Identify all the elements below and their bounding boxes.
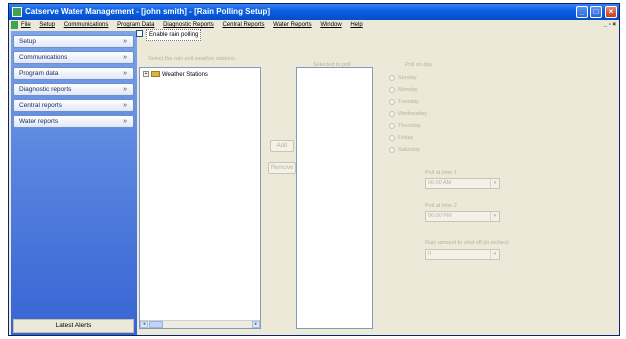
title-bar: Catserve Water Management - [john smith]… — [9, 4, 619, 20]
mdi-window-controls[interactable]: _ ▫ × — [604, 20, 616, 30]
chevron-down-icon[interactable]: ▾ — [490, 179, 499, 188]
document-icon[interactable] — [11, 21, 18, 29]
chevron-right-icon: » — [123, 86, 127, 93]
close-button[interactable]: × — [605, 6, 617, 18]
radio-icon[interactable] — [389, 135, 395, 141]
sidebar-item-label: Setup — [19, 38, 36, 45]
chevron-right-icon: » — [123, 70, 127, 77]
folder-icon — [151, 71, 160, 78]
poll-time-1-select[interactable]: 06:00 AM ▾ — [425, 178, 500, 189]
menu-bar: File Setup Communications Program Data D… — [9, 20, 619, 30]
radio-icon[interactable] — [389, 99, 395, 105]
sidebar-item-diagnostic-reports[interactable]: Diagnostic reports » — [13, 83, 134, 96]
scroll-right-icon[interactable]: ▸ — [252, 321, 260, 328]
radio-icon[interactable] — [389, 75, 395, 81]
poll-day-caption: Poll on day — [405, 62, 433, 68]
time1-caption: Poll at time 1 — [425, 170, 457, 176]
poll-time-1-value: 06:00 AM — [428, 180, 452, 186]
day-option-monday[interactable]: Monday — [389, 85, 509, 97]
remove-button[interactable]: Remove — [268, 162, 296, 174]
menu-file[interactable]: File — [21, 22, 31, 28]
enable-rain-polling-checkbox[interactable] — [136, 30, 143, 37]
sidebar-item-communications[interactable]: Communications » — [13, 51, 134, 64]
sidebar-item-central-reports[interactable]: Central reports » — [13, 99, 134, 112]
radio-icon[interactable] — [389, 111, 395, 117]
sidebar-item-label: Communications — [19, 54, 68, 61]
latest-alerts-button[interactable]: Latest Alerts — [13, 319, 134, 333]
chevron-down-icon[interactable]: ▾ — [490, 212, 499, 221]
radio-icon[interactable] — [389, 123, 395, 129]
rain-threshold-select[interactable]: 0 ▾ — [425, 249, 500, 260]
scroll-thumb[interactable] — [149, 321, 163, 328]
day-option-friday[interactable]: Friday — [389, 133, 509, 145]
sidebar-item-label: Water reports — [19, 118, 59, 125]
chevron-right-icon: » — [123, 54, 127, 61]
poll-time-2-value: 06:00 PM — [428, 213, 452, 219]
rain-threshold-value: 0 — [428, 251, 432, 257]
sidebar: Setup » Communications » Program data » … — [11, 31, 137, 335]
day-option-sunday[interactable]: Sunday — [389, 73, 509, 85]
menu-program-data[interactable]: Program Data — [117, 22, 154, 28]
sidebar-item-setup[interactable]: Setup » — [13, 35, 134, 48]
menu-central-reports[interactable]: Central Reports — [222, 22, 264, 28]
sidebar-item-label: Central reports — [19, 102, 62, 109]
day-option-thursday[interactable]: Thursday — [389, 121, 509, 133]
chevron-right-icon: » — [123, 118, 127, 125]
sidebar-item-label: Diagnostic reports — [19, 86, 72, 93]
window-title: Catserve Water Management - [john smith]… — [25, 7, 271, 16]
tree-node-label: Weather Stations — [162, 72, 208, 78]
menu-diagnostic-reports[interactable]: Diagnostic Reports — [163, 22, 214, 28]
horizontal-scrollbar[interactable]: ◂ ▸ — [140, 320, 260, 328]
chevron-down-icon[interactable]: ▾ — [490, 250, 499, 259]
time2-caption: Poll at time 2 — [425, 203, 457, 209]
tree-caption: Select the rain poll weather stations — [148, 56, 235, 62]
menu-help[interactable]: Help — [350, 22, 362, 28]
sidebar-item-program-data[interactable]: Program data » — [13, 67, 134, 80]
sidebar-item-water-reports[interactable]: Water reports » — [13, 115, 134, 128]
chevron-right-icon: » — [123, 102, 127, 109]
sidebar-item-label: Program data — [19, 70, 59, 77]
weather-station-tree[interactable]: + Weather Stations ◂ ▸ — [139, 67, 261, 329]
maximize-button[interactable]: □ — [590, 6, 602, 18]
poll-day-options: Sunday Monday Tuesday Wednesday Thursday… — [389, 73, 509, 157]
app-icon — [12, 7, 22, 17]
threshold-caption: Rain amount to shut off (in inches) — [425, 240, 509, 246]
minimize-button[interactable]: _ — [576, 6, 588, 18]
expand-icon[interactable]: + — [143, 71, 149, 78]
day-option-saturday[interactable]: Saturday — [389, 145, 509, 157]
scroll-left-icon[interactable]: ◂ — [140, 321, 148, 328]
selected-stations-list[interactable] — [296, 67, 373, 329]
enable-rain-polling-label[interactable]: Enable rain polling — [146, 29, 202, 41]
tree-node-weather-stations[interactable]: + Weather Stations — [143, 71, 208, 79]
poll-time-2-select[interactable]: 06:00 PM ▾ — [425, 211, 500, 222]
add-button[interactable]: Add — [270, 140, 294, 152]
day-option-wednesday[interactable]: Wednesday — [389, 109, 509, 121]
radio-icon[interactable] — [389, 147, 395, 153]
day-option-tuesday[interactable]: Tuesday — [389, 97, 509, 109]
chevron-right-icon: » — [123, 38, 127, 45]
radio-icon[interactable] — [389, 87, 395, 93]
menu-setup[interactable]: Setup — [39, 22, 55, 28]
menu-water-reports[interactable]: Water Reports — [273, 22, 311, 28]
menu-communications[interactable]: Communications — [64, 22, 109, 28]
menu-window[interactable]: Window — [320, 22, 341, 28]
